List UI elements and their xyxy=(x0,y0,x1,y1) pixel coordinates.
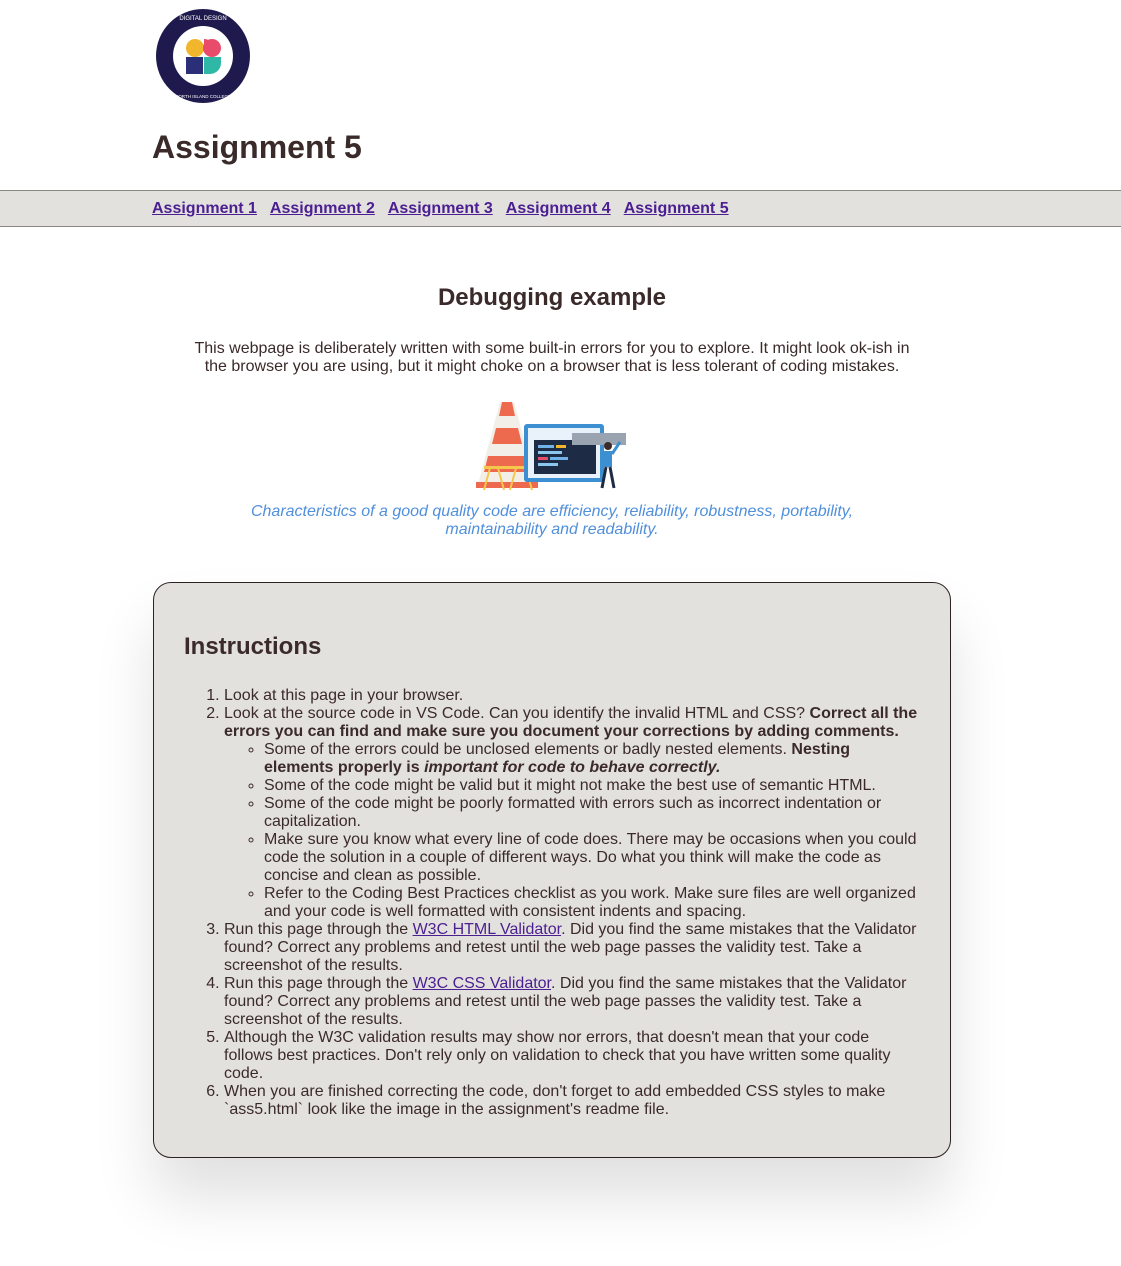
sub-list-item: Some of the code might be poorly formatt… xyxy=(264,795,920,831)
svg-text:NORTH ISLAND COLLEGE: NORTH ISLAND COLLEGE xyxy=(175,94,231,99)
nav-link-assignment-3[interactable]: Assignment 3 xyxy=(388,200,493,217)
nav-link-assignment-1[interactable]: Assignment 1 xyxy=(152,200,257,217)
college-logo: DIGITAL DESIGN NORTH ISLAND COLLEGE xyxy=(156,9,250,103)
list-item: Look at this page in your browser. xyxy=(224,687,920,705)
list-item: When you are finished correcting the cod… xyxy=(224,1083,920,1119)
step-text: Some of the code might be poorly formatt… xyxy=(264,795,882,830)
debugging-illustration xyxy=(476,402,626,491)
sub-list-item: Make sure you know what every line of co… xyxy=(264,831,920,885)
list-item: Look at the source code in VS Code. Can … xyxy=(224,705,920,921)
step-text: Look at the source code in VS Code. Can … xyxy=(224,705,810,722)
nav-link-assignment-5[interactable]: Assignment 5 xyxy=(624,200,729,217)
nav-links: Assignment 1 Assignment 2 Assignment 3 A… xyxy=(152,200,729,218)
step-text: When you are finished correcting the cod… xyxy=(224,1083,886,1118)
page-title: Assignment 5 xyxy=(152,129,362,165)
quality-caption: Characteristics of a good quality code a… xyxy=(250,503,854,538)
step-text: Make sure you know what every line of co… xyxy=(264,831,917,884)
nav-item: Assignment 5 xyxy=(624,200,729,218)
step-text: Refer to the Coding Best Practices check… xyxy=(264,885,916,920)
nav-item: Assignment 2 xyxy=(270,200,375,218)
list-item: Although the W3C validation results may … xyxy=(224,1029,920,1083)
main-nav: Assignment 1 Assignment 2 Assignment 3 A… xyxy=(0,190,1121,227)
sub-list-item: Some of the errors could be unclosed ele… xyxy=(264,741,920,777)
step-text: Some of the errors could be unclosed ele… xyxy=(264,741,792,758)
nav-item: Assignment 4 xyxy=(506,200,611,218)
svg-text:DIGITAL DESIGN: DIGITAL DESIGN xyxy=(179,16,226,22)
list-item: Run this page through the W3C CSS Valida… xyxy=(224,975,920,1029)
instructions-list: Look at this page in your browser. Look … xyxy=(184,687,920,1119)
sub-list: Some of the errors could be unclosed ele… xyxy=(224,741,920,921)
nav-link-assignment-2[interactable]: Assignment 2 xyxy=(270,200,375,217)
step-emphasis-italic: important for code to behave correctly. xyxy=(424,759,721,776)
step-text: Run this page through the xyxy=(224,975,413,992)
nav-item: Assignment 1 xyxy=(152,200,257,218)
sub-list-item: Some of the code might be valid but it m… xyxy=(264,777,920,795)
intro-paragraph: This webpage is deliberately written wit… xyxy=(194,340,910,375)
nav-item: Assignment 3 xyxy=(388,200,493,218)
section-heading: Debugging example xyxy=(437,284,667,311)
intro-section: Debugging example This webpage is delibe… xyxy=(152,284,952,539)
step-text: Some of the code might be valid but it m… xyxy=(264,777,876,794)
step-text: Although the W3C validation results may … xyxy=(224,1029,891,1082)
instructions-card: Instructions Look at this page in your b… xyxy=(153,582,951,1158)
nav-link-assignment-4[interactable]: Assignment 4 xyxy=(506,200,611,217)
sub-list-item: Refer to the Coding Best Practices check… xyxy=(264,885,920,921)
step-text: Run this page through the xyxy=(224,921,413,938)
html-validator-link[interactable]: W3C HTML Validator xyxy=(413,921,561,938)
css-validator-link[interactable]: W3C CSS Validator xyxy=(413,975,551,992)
list-item: Run this page through the W3C HTML Valid… xyxy=(224,921,920,975)
step-text: Look at this page in your browser. xyxy=(224,687,464,704)
instructions-heading: Instructions xyxy=(184,633,322,660)
